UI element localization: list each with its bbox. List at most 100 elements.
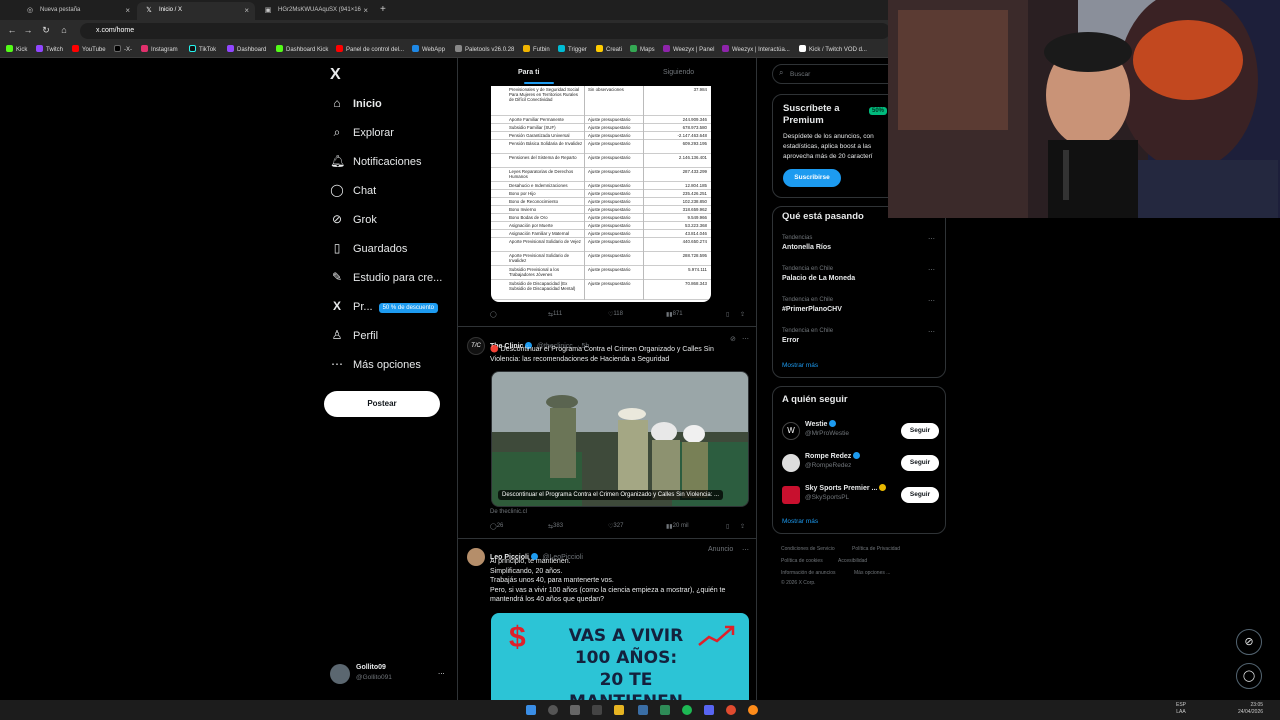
spotify-icon[interactable] [682,705,692,715]
repost-icon[interactable]: ⇆ 111 [548,311,562,318]
new-tab-icon[interactable]: + [380,4,386,15]
bookmark-item[interactable]: Creati [596,45,622,53]
follow-button[interactable]: Seguir [901,455,939,471]
bookmark-item[interactable]: Dashboard [227,45,266,53]
sidebar-item-inicio[interactable]: ⌂ Inicio [330,96,381,118]
sidebar-item-chat[interactable]: ◯ Chat [330,183,376,205]
bookmark-item[interactable]: Instagram [141,45,178,53]
follow-item[interactable]: W Westie @MrProWestie Seguir [773,419,945,443]
grok-icon[interactable]: ⊘ [1236,629,1262,655]
reply-icon[interactable]: ◯ [490,311,497,318]
tab-x-home[interactable]: 𝕏 Inicio / X × [137,2,255,20]
bookmark-item[interactable]: TikTok [189,45,216,53]
footer-link[interactable]: Política de cookies [781,558,823,564]
bookmark-item[interactable]: -X- [114,45,132,53]
app-icon[interactable] [638,705,648,715]
clock[interactable]: 23:05 24/04/2026 [1238,702,1263,716]
footer-link[interactable]: Condiciones de Servicio [781,546,835,552]
account-switcher[interactable]: Gollito09 @Gollito091 ... [330,662,450,686]
tab-new[interactable]: ◎ Nueva pestaña × [18,2,136,20]
close-icon[interactable]: × [125,6,130,15]
trend-item[interactable]: Tendencia en Chile #PrimerPlanoCHV ⋯ [773,297,945,325]
like-icon[interactable]: ♡ 118 [608,311,623,318]
forward-icon[interactable]: → [22,25,34,35]
bookmark-item[interactable]: Weezyx | Interactúa... [722,45,790,53]
follow-button[interactable]: Seguir [901,423,939,439]
avatar[interactable] [467,548,485,566]
sidebar-item-perfil[interactable]: ♙ Perfil [330,328,378,350]
card-source[interactable]: De theclinic.cl [490,509,527,515]
back-icon[interactable]: ← [6,25,18,35]
chat-icon[interactable]: ◯ [1236,663,1262,689]
sidebar-item-estudio[interactable]: ✎ Estudio para cre... [330,270,442,292]
sidebar-item-premium[interactable]: X Pr... 50 % de descuento [330,299,438,321]
bookmark-item[interactable]: Twitch [36,45,63,53]
language-indicator[interactable]: ESP LAA [1176,702,1186,716]
reply-icon[interactable]: ◯ 26 [490,523,503,530]
avatar[interactable]: T/C [467,337,485,355]
grok-icon[interactable]: ⊘ [730,335,736,343]
share-icon[interactable]: ⇪ [740,523,745,530]
sidebar-item-notificaciones[interactable]: 🔔︎ Notificaciones [330,154,421,176]
sidebar-item-guardados[interactable]: ▯ Guardados [330,241,408,263]
reload-icon[interactable]: ↻ [40,25,52,36]
bookmark-item[interactable]: Paletools v26.0.28 [455,45,514,53]
bookmark-item[interactable]: Kick / Twitch VOD d... [799,45,867,53]
footer-link[interactable]: Información de anuncios [781,570,835,576]
bookmark-item[interactable]: Dashboard Kick [276,45,328,53]
more-icon[interactable]: ⋯ [742,546,749,554]
more-icon[interactable]: ⋯ [742,335,749,343]
bookmark-icon[interactable]: ▯ [726,311,729,318]
app-icon[interactable] [660,705,670,715]
home-icon[interactable]: ⌂ [58,25,70,35]
views-icon[interactable]: ▮▮ 20 mil [666,523,689,530]
bookmark-item[interactable]: Trigger [558,45,587,53]
trend-item[interactable]: Tendencia en Chile Error ⋯ [773,328,945,356]
subscribe-button[interactable]: Suscribirse [783,169,841,187]
share-icon[interactable]: ⇪ [740,311,745,318]
show-more-link[interactable]: Mostrar más [782,518,818,525]
url-input[interactable]: x.com/home [80,23,890,39]
follow-item[interactable]: Rompe Redez @RompeRedez Seguir [773,451,945,475]
repost-icon[interactable]: ⇆ 383 [548,523,563,530]
bookmark-icon[interactable]: ▯ [726,523,729,530]
bookmark-item[interactable]: WebApp [412,45,445,53]
bookmark-item[interactable]: Maps [630,45,655,53]
footer-link[interactable]: Más opciones ... [854,570,890,576]
bookmark-item[interactable]: Panel de control del... [336,45,404,53]
close-icon[interactable]: × [363,6,368,15]
post-button[interactable]: Postear [324,391,440,417]
trend-item[interactable]: Tendencia en Chile Palacio de La Moneda … [773,266,945,294]
ad-image[interactable]: $ VAS A VIVIR 100 AÑOS: 20 TE MANTIENEN [491,613,749,700]
link-card[interactable]: Descontinuar el Programa Contra el Crime… [491,371,749,507]
chrome-icon[interactable] [726,705,736,715]
bookmark-item[interactable]: Futbin [523,45,550,53]
x-logo-icon[interactable]: X [330,66,341,84]
budget-table-image[interactable]: Previsionales y de Seguridad Social Para… [491,86,711,302]
search-icon[interactable] [548,705,558,715]
close-icon[interactable]: × [244,6,249,15]
settings-icon[interactable] [570,705,580,715]
follow-button[interactable]: Seguir [901,487,939,503]
bookmark-item[interactable]: Weezyx | Panel [663,45,714,53]
browser-icon[interactable] [748,705,758,715]
bookmark-item[interactable]: YouTube [72,45,106,53]
views-icon[interactable]: ▮▮ 871 [666,311,683,318]
follow-item[interactable]: Sky Sports Premier ... @SkySportsPL Segu… [773,483,945,507]
show-more-link[interactable]: Mostrar más [782,362,818,369]
folder-icon[interactable] [614,705,624,715]
sidebar-item-grok[interactable]: ⊘ Grok [330,212,377,234]
start-icon[interactable] [526,705,536,715]
tab-image[interactable]: ▣ HGr2MsKWUAAquSX (941×16 × [256,2,374,20]
like-icon[interactable]: ♡ 327 [608,523,623,530]
app-icon[interactable] [592,705,602,715]
trend-item[interactable]: Tendencias Antonella Ríos ⋯ [773,235,945,263]
discord-icon[interactable] [704,705,714,715]
footer-link[interactable]: Política de Privacidad [852,546,900,552]
bookmark-item[interactable]: Kick [6,45,27,53]
tab-siguiendo[interactable]: Siguiendo [663,69,694,76]
sidebar-item-mas-opciones[interactable]: ⋯ Más opciones [330,357,421,379]
tab-para-ti[interactable]: Para ti [518,69,539,76]
sidebar-item-explorar[interactable]: ⌕ Explorar [330,125,394,147]
footer-link[interactable]: Accesibilidad [838,558,867,564]
